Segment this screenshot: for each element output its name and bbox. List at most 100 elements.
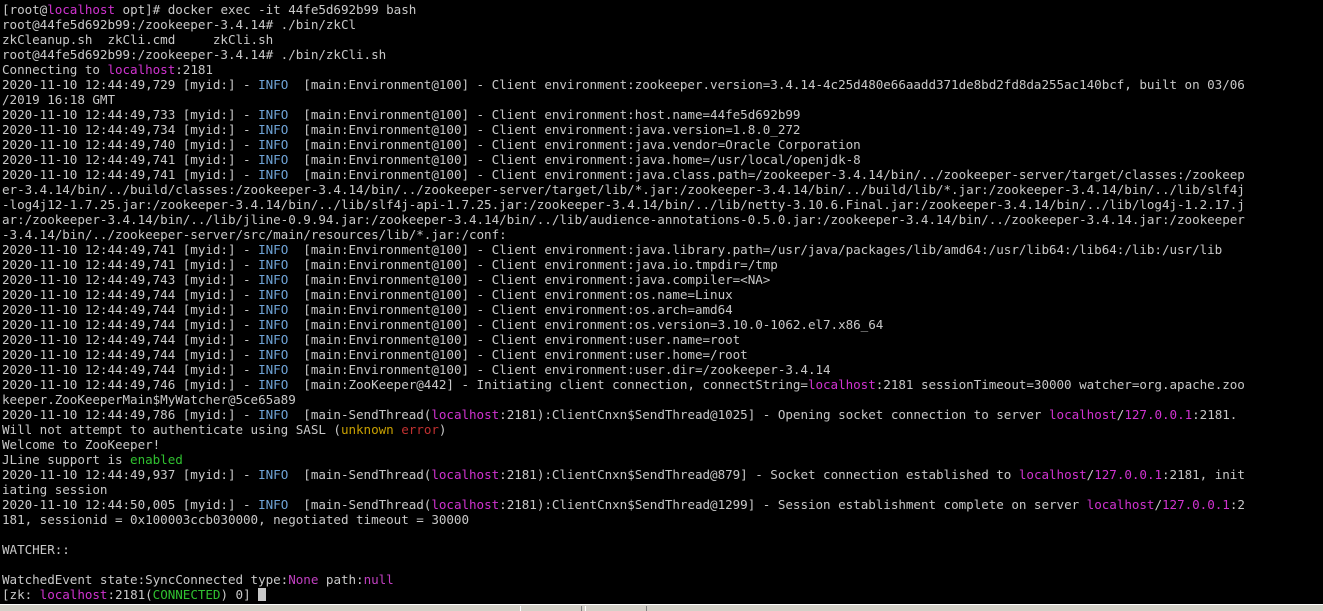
terminal-line: 2020-11-10 12:44:49,744 [myid:] - INFO [… [2, 317, 1321, 332]
terminal-text-plain: [main-SendThread( [288, 497, 432, 512]
terminal-text-plain: 2020-11-10 12:44:49,744 [myid:] - [2, 287, 259, 302]
terminal-text-plain: 2020-11-10 12:44:49,744 [myid:] - [2, 317, 259, 332]
terminal-line: Connecting to localhost:2181 [2, 62, 1321, 77]
terminal-text-plain: [main:Environment@100] - Client environm… [288, 167, 1245, 182]
terminal-text-info: INFO [258, 137, 289, 152]
terminal-line: 2020-11-10 12:44:49,741 [myid:] - INFO [… [2, 242, 1321, 257]
terminal-line: 181, sessionid = 0x100003ccb030000, nego… [2, 512, 1321, 527]
terminal-text-plain: [main:Environment@100] - Client environm… [288, 122, 801, 137]
terminal-line: [root@localhost opt]# docker exec -it 44… [2, 2, 1321, 17]
terminal-text-plain: 2020-11-10 12:44:49,741 [myid:] - [2, 167, 259, 182]
terminal-text-plain: ) [438, 422, 447, 437]
terminal-text-info: INFO [258, 497, 289, 512]
terminal-line: 2020-11-10 12:44:49,786 [myid:] - INFO [… [2, 407, 1321, 422]
terminal-text-info: INFO [258, 152, 289, 167]
terminal-text-unknown: unknown [340, 422, 394, 437]
terminal-line: -3.4.14/bin/../zookeeper-server/src/main… [2, 227, 1321, 242]
terminal-line: WATCHER:: [2, 542, 1321, 557]
terminal-text-error: error [401, 422, 439, 437]
terminal-text-plain: [zk: [2, 587, 40, 602]
terminal-text-plain: -3.4.14/bin/../zookeeper-server/src/main… [2, 227, 507, 242]
terminal-text-plain: WATCHER:: [2, 542, 70, 557]
terminal-text-host: localhost [807, 377, 876, 392]
window-bottom-bar [0, 604, 1323, 611]
terminal-text-plain: [main:Environment@100] - Client environm… [288, 242, 1223, 257]
terminal-text-host: localhost [107, 62, 176, 77]
terminal-text-plain: 2020-11-10 12:44:49,729 [myid:] - [2, 77, 259, 92]
terminal-line: -log4j12-1.7.25.jar:/zookeeper-3.4.14/bi… [2, 197, 1321, 212]
terminal-text-state: None [288, 572, 319, 587]
terminal-line: 2020-11-10 12:44:49,734 [myid:] - INFO [… [2, 122, 1321, 137]
terminal-text-plain: 2020-11-10 12:44:49,744 [myid:] - [2, 332, 259, 347]
terminal-text-plain: Will not attempt to authenticate using S… [2, 422, 341, 437]
terminal-text-plain: :2181( [107, 587, 153, 602]
terminal-text-plain: 2020-11-10 12:44:49,733 [myid:] - [2, 107, 259, 122]
terminal-line: 2020-11-10 12:44:49,744 [myid:] - INFO [… [2, 332, 1321, 347]
terminal-text-plain: [main:Environment@100] - Client environm… [288, 317, 884, 332]
terminal-text-plain: :2181 [175, 62, 213, 77]
terminal-text-plain: /2019 16:18 GMT [2, 92, 115, 107]
terminal-text-info: INFO [258, 272, 289, 287]
terminal-text-plain: 2020-11-10 12:44:49,937 [myid:] - [2, 467, 259, 482]
terminal-text-plain: [main-SendThread( [288, 407, 432, 422]
terminal-text-host: localhost [47, 2, 115, 17]
terminal-text-plain: 2020-11-10 12:44:49,743 [myid:] - [2, 272, 259, 287]
terminal-text-info: INFO [258, 407, 289, 422]
terminal-screen[interactable]: [root@localhost opt]# docker exec -it 44… [2, 2, 1321, 603]
terminal-text-plain: 181, sessionid = 0x100003ccb030000, nego… [2, 512, 469, 527]
terminal-text-plain: ar:/zookeeper-3.4.14/bin/../lib/jline-0.… [2, 212, 1245, 227]
terminal-line: 2020-11-10 12:44:49,741 [myid:] - INFO [… [2, 152, 1321, 167]
terminal-text-info: INFO [258, 122, 289, 137]
terminal-text-plain: :2181):ClientCnxn$SendThread@1299] - Ses… [499, 497, 1087, 512]
terminal-text-plain: :2181, init [1162, 467, 1245, 482]
terminal-text-host: localhost [1049, 407, 1117, 422]
terminal-text-info: INFO [258, 332, 289, 347]
terminal-window[interactable]: [root@localhost opt]# docker exec -it 44… [0, 0, 1323, 611]
terminal-line: 2020-11-10 12:44:49,746 [myid:] - INFO [… [2, 377, 1321, 392]
terminal-text-info: INFO [258, 362, 289, 377]
terminal-text-plain: 2020-11-10 12:44:49,786 [myid:] - [2, 407, 259, 422]
terminal-text-plain: / [1154, 497, 1163, 512]
terminal-text-host: localhost [39, 587, 108, 602]
terminal-text-info: INFO [258, 467, 289, 482]
terminal-line: keeper.ZooKeeperMain$MyWatcher@5ce65a89 [2, 392, 1321, 407]
terminal-text-state: null [363, 572, 394, 587]
taskbar-tab[interactable] [520, 606, 582, 611]
terminal-text-plain: 2020-11-10 12:44:49,744 [myid:] - [2, 362, 259, 377]
terminal-text-plain: 2020-11-10 12:44:50,005 [myid:] - [2, 497, 259, 512]
terminal-text-plain: [main:Environment@100] - Client environm… [288, 287, 733, 302]
terminal-text-plain: [main:ZooKeeper@442] - Initiating client… [288, 377, 808, 392]
taskbar-tab[interactable] [585, 606, 647, 611]
terminal-text-info: INFO [258, 167, 289, 182]
terminal-line: zkCleanup.sh zkCli.cmd zkCli.sh [2, 32, 1321, 47]
terminal-text-plain: [main:Environment@100] - Client environm… [288, 137, 861, 152]
terminal-text-plain: iating session [2, 482, 108, 497]
terminal-text-plain: [root@ [2, 2, 48, 17]
terminal-line: root@44fe5d692b99:/zookeeper-3.4.14# ./b… [2, 17, 1321, 32]
terminal-line: Welcome to ZooKeeper! [2, 437, 1321, 452]
terminal-text-plain: :2 [1229, 497, 1245, 512]
terminal-text-plain: keeper.ZooKeeperMain$MyWatcher@5ce65a89 [2, 392, 296, 407]
terminal-text-plain: [main:Environment@100] - Client environm… [288, 302, 733, 317]
terminal-line: [zk: localhost:2181(CONNECTED) 0] [2, 587, 1321, 602]
terminal-text-plain: [main:Environment@100] - Client environm… [288, 107, 801, 122]
terminal-text-plain: :2181):ClientCnxn$SendThread@1025] - Ope… [499, 407, 1049, 422]
terminal-text-ok: CONNECTED [152, 587, 221, 602]
terminal-text-info: INFO [258, 287, 289, 302]
terminal-text-info: INFO [258, 257, 289, 272]
terminal-line: 2020-11-10 12:44:50,005 [myid:] - INFO [… [2, 497, 1321, 512]
terminal-text-plain: 2020-11-10 12:44:49,740 [myid:] - [2, 137, 259, 152]
terminal-line: 2020-11-10 12:44:49,744 [myid:] - INFO [… [2, 287, 1321, 302]
terminal-text-host: localhost [431, 467, 500, 482]
terminal-text-plain: :2181):ClientCnxn$SendThread@879] - Sock… [499, 467, 1019, 482]
terminal-line: Will not attempt to authenticate using S… [2, 422, 1321, 437]
terminal-text-plain: [main:Environment@100] - Client environm… [288, 152, 861, 167]
terminal-text-plain: -log4j12-1.7.25.jar:/zookeeper-3.4.14/bi… [2, 197, 1245, 212]
terminal-line: 2020-11-10 12:44:49,740 [myid:] - INFO [… [2, 137, 1321, 152]
terminal-text-info: INFO [258, 77, 289, 92]
terminal-text-plain: [main-SendThread( [288, 467, 432, 482]
terminal-line: 2020-11-10 12:44:49,729 [myid:] - INFO [… [2, 77, 1321, 92]
terminal-text-info: INFO [258, 302, 289, 317]
terminal-line: 2020-11-10 12:44:49,741 [myid:] - INFO [… [2, 167, 1321, 182]
